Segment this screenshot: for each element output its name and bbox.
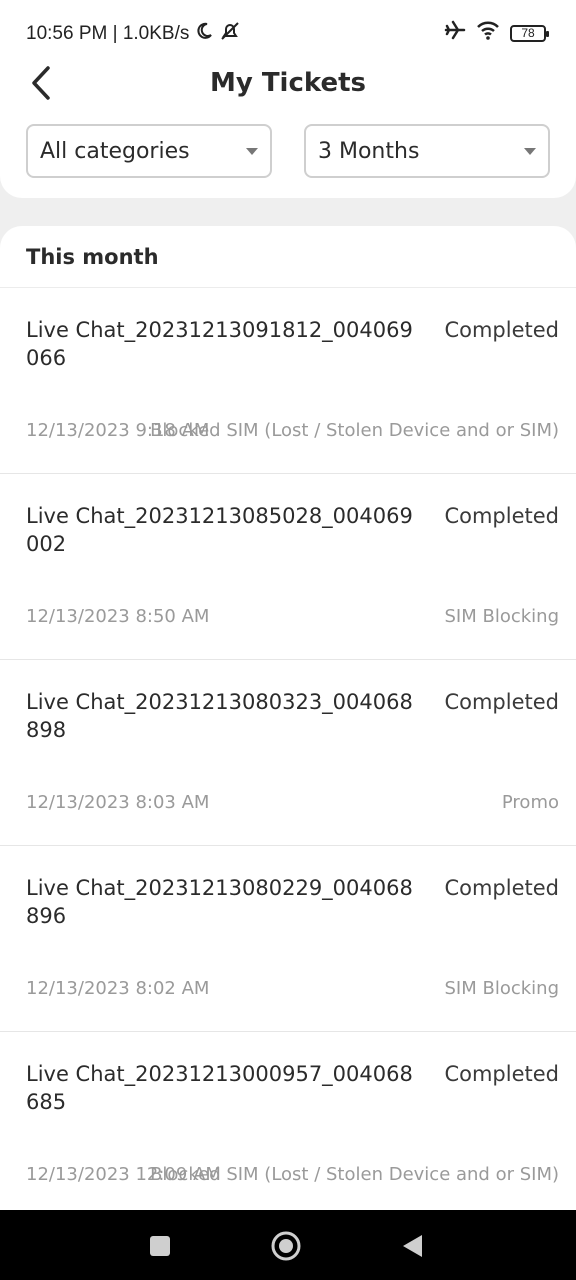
caret-down-icon [246,148,258,155]
period-filter-select[interactable]: 3 Months [304,124,550,178]
status-left: 10:56 PM | 1.0KB/s [26,21,241,47]
battery-icon: 78 [510,24,549,42]
system-back-button[interactable] [396,1230,428,1262]
ticket-category: Blocked SIM (Lost / Stolen Device and or… [150,420,559,441]
wifi-icon [476,20,500,46]
ticket-category: Promo [501,792,559,813]
caret-down-icon [524,148,536,155]
moon-icon [195,22,213,46]
ticket-category: Blocked SIM (Lost / Stolen Device and or… [150,1164,559,1185]
status-bar: 10:56 PM | 1.0KB/s 78 [0,0,576,64]
ticket-item[interactable]: Live Chat_20231213000957_004068685 Compl… [0,1032,576,1210]
triangle-back-icon [403,1235,422,1257]
bell-off-icon [219,21,241,47]
ticket-date: 12/13/2023 8:03 AM [26,792,210,813]
ticket-category: SIM Blocking [444,978,559,999]
ticket-status: Completed [444,1062,559,1086]
ticket-date: 12/13/2023 8:02 AM [26,978,210,999]
category-filter-value: All categories [40,138,190,164]
airplane-icon [444,20,466,46]
status-time-speed: 10:56 PM | 1.0KB/s [26,23,190,44]
ticket-list: This month Live Chat_20231213091812_0040… [0,226,576,1210]
ticket-name: Live Chat_20231213085028_004069002 [26,504,413,556]
ticket-status: Completed [444,876,559,900]
ticket-name: Live Chat_20231213000957_004068685 [26,1062,413,1114]
recents-button[interactable] [144,1230,176,1262]
header: My Tickets All categories 3 Months [0,64,576,198]
ticket-name: Live Chat_20231213091812_004069066 [26,318,413,370]
status-right: 78 [444,20,549,46]
ticket-item[interactable]: Live Chat_20231213080323_004068898 Compl… [0,660,576,846]
circle-home-icon [271,1231,301,1261]
ticket-item[interactable]: Live Chat_20231213080229_004068896 Compl… [0,846,576,1032]
ticket-date: 12/13/2023 8:50 AM [26,606,210,627]
ticket-status: Completed [444,318,559,342]
ticket-status: Completed [444,504,559,528]
page-title: My Tickets [209,68,367,98]
ticket-name: Live Chat_20231213080229_004068896 [26,876,413,928]
category-filter-select[interactable]: All categories [26,124,272,178]
system-nav-bar [0,1210,576,1280]
home-button[interactable] [270,1230,302,1262]
period-filter-value: 3 Months [318,138,420,164]
ticket-status: Completed [444,690,559,714]
battery-level: 78 [521,26,535,40]
ticket-name: Live Chat_20231213080323_004068898 [26,690,413,742]
ticket-category: SIM Blocking [444,606,559,627]
square-icon [150,1236,170,1256]
section-title: This month [0,226,576,288]
ticket-item[interactable]: Live Chat_20231213085028_004069002 Compl… [0,474,576,660]
ticket-item[interactable]: Live Chat_20231213091812_004069066 Compl… [0,288,576,474]
